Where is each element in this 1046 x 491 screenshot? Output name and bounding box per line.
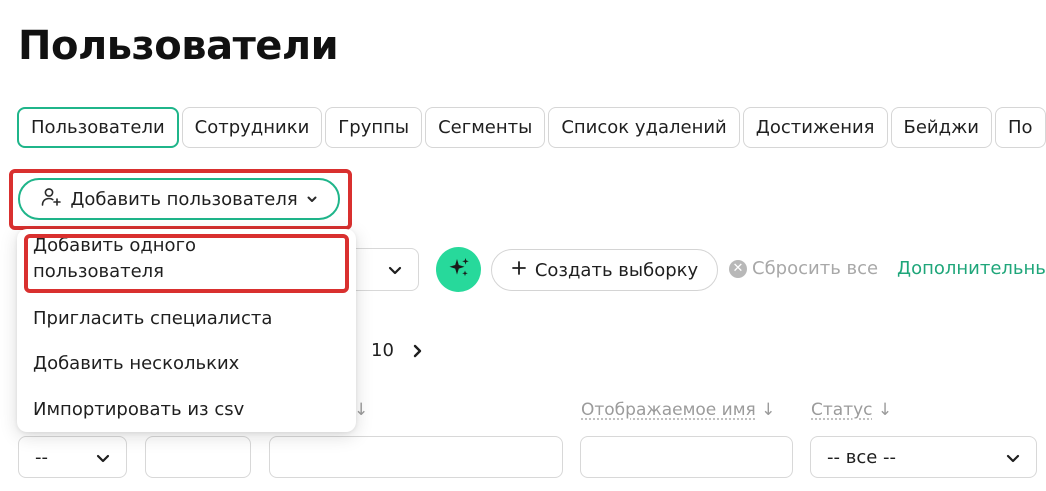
column-label-status: Статус [811,400,873,420]
sort-arrow-icon: ↓ [878,400,892,420]
ai-assistant-button[interactable] [436,247,481,292]
status-select-value: -- все -- [827,447,896,468]
first-column-select[interactable]: -- [18,436,127,478]
column-label-display-name: Отображаемое имя [581,400,756,420]
create-selection-label: Создать выборку [535,260,698,281]
add-user-menu: Добавить одного пользователя Пригласить … [17,229,356,432]
chevron-right-icon[interactable] [410,340,426,366]
reset-all-button[interactable]: ✕ Сбросить все [729,258,878,279]
display-name-filter-input[interactable] [580,436,793,478]
menu-item-add-one-user[interactable]: Добавить одного пользователя [33,233,196,285]
menu-item-invite-specialist[interactable]: Пригласить специалиста [33,306,272,332]
tab-badges[interactable]: Бейджи [891,107,992,148]
chevron-down-icon [386,261,404,283]
column-filter-input[interactable] [269,436,563,478]
page-title: Пользователи [18,18,338,74]
sparkles-icon [446,255,472,285]
column-filter-input[interactable] [145,436,251,478]
chevron-down-icon [1004,449,1022,472]
tab-groups[interactable]: Группы [325,107,422,148]
first-column-select-value: -- [35,447,48,468]
tab-more[interactable]: По [995,107,1046,148]
close-circle-icon: ✕ [729,260,747,278]
sort-arrow-icon: ↓ [761,400,775,420]
menu-item-label: Добавить одного [33,233,196,259]
plus-icon [511,260,527,281]
menu-item-label: пользователя [33,259,196,285]
column-header-status[interactable]: Статус ↓ [811,400,892,420]
more-filters-link[interactable]: Дополнительны [897,258,1046,279]
menu-item-import-csv[interactable]: Импортировать из csv [33,397,244,423]
chevron-down-icon [306,189,318,210]
user-plus-icon [40,186,62,213]
column-header-display-name[interactable]: Отображаемое имя ↓ [581,400,775,420]
create-selection-button[interactable]: Создать выборку [491,249,718,291]
tabs-bar: Пользователи Сотрудники Группы Сегменты … [17,107,1046,150]
sort-arrow-icon[interactable]: ↓ [354,400,368,420]
chevron-down-icon [94,449,112,472]
tab-achievements[interactable]: Достижения [743,107,888,148]
tab-segments[interactable]: Сегменты [425,107,545,148]
add-user-dropdown-button[interactable]: Добавить пользователя [18,178,340,220]
add-user-label: Добавить пользователя [70,189,297,210]
status-filter-select[interactable]: -- все -- [810,436,1037,478]
tab-users[interactable]: Пользователи [17,107,179,148]
menu-item-add-several[interactable]: Добавить нескольких [33,351,239,377]
tab-deletion-list[interactable]: Список удалений [548,107,739,148]
tab-employees[interactable]: Сотрудники [182,107,323,148]
pagination-last-page[interactable]: 10 [371,340,394,361]
reset-all-label: Сбросить все [752,258,878,279]
